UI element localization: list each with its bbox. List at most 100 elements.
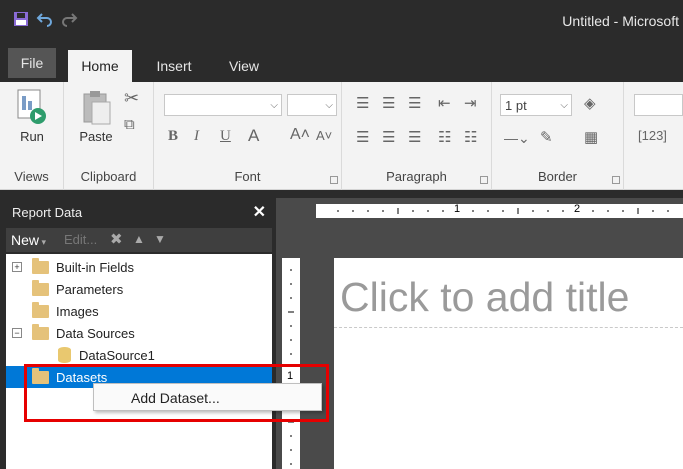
tree-item-datasource1[interactable]: DataSource1 [6, 344, 272, 366]
tab-insert[interactable]: Insert [145, 50, 203, 82]
tree-item-label: Built-in Fields [56, 260, 135, 275]
font-color-button[interactable]: A [248, 126, 259, 146]
new-label: New [11, 232, 40, 248]
paste-button[interactable]: Paste [74, 90, 118, 144]
border-icon[interactable]: ▦ [584, 128, 598, 146]
tree-item-label: Data Sources [56, 326, 135, 341]
align-left-icon[interactable]: ☰ [356, 128, 369, 146]
numbering-icon[interactable]: ☷ [464, 128, 477, 146]
copy-icon[interactable]: ⧉ [124, 116, 135, 133]
paste-icon [83, 91, 111, 125]
report-data-tree: + Built-in Fields Parameters Images − Da… [6, 254, 272, 469]
group-number: [123] [624, 82, 683, 190]
fill-color-icon[interactable]: ◈ [584, 94, 596, 112]
tree-item-builtin-fields[interactable]: + Built-in Fields [6, 256, 272, 278]
report-title-placeholder[interactable]: Click to add title [340, 274, 629, 321]
run-button[interactable]: Run [10, 88, 54, 144]
report-design-canvas: 1 2 1 Click to add title [276, 198, 683, 469]
tree-item-data-sources[interactable]: − Data Sources [6, 322, 272, 344]
align-center-icon[interactable]: ☰ [382, 128, 395, 146]
tab-file[interactable]: File [8, 48, 56, 78]
pane-toolbar: New ▾ Edit... ✖ ▲ ▼ [6, 228, 272, 252]
horizontal-ruler: 1 2 [316, 203, 683, 218]
tree-item-label: Images [56, 304, 99, 319]
border-color-icon[interactable]: ✎ [540, 128, 553, 146]
folder-icon [32, 280, 49, 296]
group-font-label: Font [234, 169, 261, 184]
italic-button[interactable]: I [194, 128, 199, 145]
save-icon[interactable] [12, 10, 30, 28]
window-title: Untitled - Microsoft [562, 13, 679, 29]
tab-home[interactable]: Home [68, 50, 132, 82]
collapse-icon[interactable]: − [12, 328, 22, 338]
tree-item-parameters[interactable]: Parameters [6, 278, 272, 300]
group-clipboard-label: Clipboard [80, 169, 137, 184]
font-size-combo[interactable]: ⌵ [287, 94, 337, 116]
placeholder-icon[interactable]: [123] [638, 128, 667, 143]
title-bar: Untitled - Microsoft [0, 0, 683, 44]
tab-view[interactable]: View [220, 50, 268, 82]
chevron-down-icon: ⌵ [325, 100, 333, 111]
database-icon [58, 347, 71, 363]
ruler-mark: 1 [454, 203, 461, 215]
group-views: Run Views [0, 82, 64, 190]
align-right-icon[interactable]: ☰ [408, 128, 421, 146]
edit-button[interactable]: Edit... [64, 232, 97, 247]
increase-indent-icon[interactable]: ⇥ [464, 94, 477, 112]
decrease-indent-icon[interactable]: ⇤ [438, 94, 451, 112]
bold-button[interactable]: B [168, 128, 178, 145]
font-name-combo[interactable]: ⌵ [164, 94, 282, 116]
cut-icon[interactable]: ✂ [124, 88, 139, 109]
folder-icon [32, 302, 49, 318]
close-icon[interactable]: ✕ [253, 202, 266, 222]
folder-icon [32, 258, 49, 274]
expand-icon[interactable]: + [12, 262, 22, 272]
paste-label: Paste [79, 129, 113, 144]
group-paragraph-label: Paragraph [386, 169, 447, 184]
font-launcher-icon[interactable] [330, 176, 338, 184]
border-style-icon[interactable]: —⌄ [504, 130, 530, 147]
undo-icon[interactable] [36, 10, 54, 28]
chevron-down-icon: ▾ [39, 237, 47, 247]
move-up-icon[interactable]: ▲ [133, 232, 145, 246]
move-down-icon[interactable]: ▼ [154, 232, 166, 246]
border-weight-value: 1 pt [505, 98, 527, 113]
shrink-font-button[interactable]: A˅ [316, 128, 332, 143]
title-divider [334, 327, 683, 328]
quick-access-toolbar [12, 10, 78, 28]
open-folder-icon [32, 324, 49, 340]
pane-title: Report Data [12, 205, 83, 220]
underline-button[interactable]: U [220, 128, 231, 145]
chevron-down-icon: ⌵ [560, 100, 568, 111]
border-launcher-icon[interactable] [612, 176, 620, 184]
group-paragraph: ☰ ☰ ☰ ⇤ ⇥ ☰ ☰ ☰ ☷ ☷ Paragraph [342, 82, 492, 190]
grow-font-button[interactable]: A˄ [290, 126, 310, 144]
border-weight-combo[interactable]: 1 pt ⌵ [500, 94, 572, 116]
align-bottom-icon[interactable]: ☰ [408, 94, 421, 112]
tree-item-label: Parameters [56, 282, 124, 297]
ribbon-tabs: File Home Insert View [0, 44, 683, 82]
bullets-icon[interactable]: ☷ [438, 128, 451, 146]
report-data-pane: Report Data ✕ New ▾ Edit... ✖ ▲ ▼ + Buil… [0, 198, 276, 469]
align-top-icon[interactable]: ☰ [356, 94, 369, 112]
run-icon [17, 89, 46, 124]
redo-icon[interactable] [60, 10, 78, 28]
ruler-ticks [337, 208, 669, 214]
ruler-mark: 2 [574, 203, 581, 215]
delete-icon[interactable]: ✖ [110, 230, 123, 248]
number-format-combo[interactable] [634, 94, 683, 116]
ribbon: Run Views Paste ✂ ⧉ Clipboard ⌵ ⌵ B I U … [0, 82, 683, 190]
group-font: ⌵ ⌵ B I U A A˄ A˅ Font [154, 82, 342, 190]
paragraph-launcher-icon[interactable] [480, 176, 488, 184]
tree-item-label: DataSource1 [79, 348, 155, 363]
tree-item-images[interactable]: Images [6, 300, 272, 322]
align-middle-icon[interactable]: ☰ [382, 94, 395, 112]
new-button[interactable]: New ▾ [11, 232, 46, 248]
chevron-down-icon: ⌵ [270, 100, 278, 111]
report-page[interactable]: Click to add title [334, 258, 683, 469]
group-border: 1 pt ⌵ ◈ —⌄ ✎ ▦ Border [492, 82, 624, 190]
group-clipboard: Paste ✂ ⧉ Clipboard [64, 82, 154, 190]
group-views-label: Views [14, 169, 49, 184]
run-label: Run [20, 129, 44, 144]
highlight-annotation [24, 364, 329, 422]
